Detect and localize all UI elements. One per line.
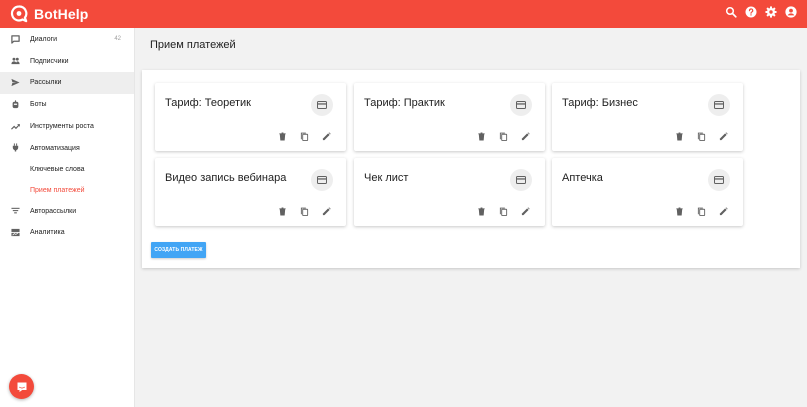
credit-card-icon [510, 169, 532, 191]
sidebar-item-automation[interactable]: Автоматизация [0, 137, 134, 159]
edit-icon[interactable] [719, 207, 728, 216]
credit-card-icon [311, 169, 333, 191]
delete-icon[interactable] [675, 132, 684, 141]
sidebar-item-label: Диалоги [30, 35, 58, 43]
payment-card-title: Тариф: Бизнес [562, 97, 638, 109]
chat-icon [11, 34, 20, 44]
credit-card-icon [510, 94, 532, 116]
bot-icon [12, 100, 19, 108]
payment-card-title: Чек лист [364, 172, 409, 184]
sidebar-item-label: Аналитика [30, 229, 65, 237]
payment-card-title: Аптечка [562, 172, 603, 184]
credit-card-icon [708, 94, 730, 116]
trending-up-icon [11, 123, 20, 130]
payment-card[interactable]: Чек лист [354, 158, 545, 226]
delete-icon[interactable] [477, 132, 486, 141]
plug-icon [12, 143, 19, 153]
sidebar-item-label: Рассылки [30, 79, 62, 87]
dialogs-count-badge: 42 [114, 36, 121, 43]
search-icon[interactable] [725, 6, 737, 18]
sidebar-item-dialogs[interactable]: Диалоги 42 [0, 29, 134, 51]
copy-icon[interactable] [499, 132, 508, 141]
copy-icon[interactable] [300, 132, 309, 141]
sidebar-item-bots[interactable]: Боты [0, 94, 134, 116]
create-payment-button[interactable]: СОЗДАТЬ ПЛАТЕЖ [151, 242, 206, 258]
people-icon [11, 58, 20, 65]
payment-card-title: Видео запись вебинара [165, 172, 287, 184]
send-icon [11, 78, 20, 87]
payment-card-title: Тариф: Теоретик [165, 97, 251, 109]
analytics-icon [11, 228, 20, 237]
payment-card-title: Тариф: Практик [364, 97, 445, 109]
copy-icon[interactable] [499, 207, 508, 216]
copy-icon[interactable] [697, 132, 706, 141]
credit-card-icon [311, 94, 333, 116]
page-title: Прием платежей [150, 39, 236, 51]
payment-card[interactable]: Тариф: Теоретик [155, 83, 346, 151]
payment-card[interactable]: Аптечка [552, 158, 743, 226]
top-bar: BotHelp [0, 0, 807, 28]
sidebar-item-label: Боты [30, 101, 47, 109]
edit-icon[interactable] [719, 132, 728, 141]
payment-card[interactable]: Тариф: Практик [354, 83, 545, 151]
payment-card[interactable]: Тариф: Бизнес [552, 83, 743, 151]
sidebar-item-analytics[interactable]: Аналитика [0, 222, 134, 244]
filter-list-icon [11, 208, 20, 214]
copy-icon[interactable] [300, 207, 309, 216]
logo-icon [10, 5, 28, 23]
payment-card[interactable]: Видео запись вебинара [155, 158, 346, 226]
sidebar-item-subscribers[interactable]: Подписчики [0, 50, 134, 72]
edit-icon[interactable] [521, 132, 530, 141]
bothelp-logo[interactable]: BotHelp [9, 4, 88, 24]
sidebar-item-autobroadcasts[interactable]: Авторассылки [0, 200, 134, 222]
sidebar-item-growth-tools[interactable]: Инструменты роста [0, 116, 134, 138]
brand-name: BotHelp [34, 6, 89, 22]
sidebar-item-label: Авторассылки [30, 207, 77, 215]
sidebar-subitem-label: Ключевые слова [30, 166, 85, 174]
account-icon[interactable] [785, 6, 797, 18]
settings-icon[interactable] [765, 6, 777, 18]
edit-icon[interactable] [521, 207, 530, 216]
delete-icon[interactable] [278, 207, 287, 216]
sidebar-item-label: Инструменты роста [30, 123, 94, 131]
copy-icon[interactable] [697, 207, 706, 216]
sidebar-subitem-keywords[interactable]: Ключевые слова [0, 159, 134, 180]
delete-icon[interactable] [278, 132, 287, 141]
sidebar-item-label: Подписчики [30, 57, 69, 65]
sidebar-item-broadcasts[interactable]: Рассылки [0, 72, 134, 94]
credit-card-icon [708, 169, 730, 191]
sidebar-subitem-label: Прием платежей [30, 186, 85, 194]
delete-icon[interactable] [477, 207, 486, 216]
support-chat-button[interactable] [9, 374, 34, 399]
delete-icon[interactable] [675, 207, 684, 216]
sidebar-item-label: Автоматизация [30, 144, 80, 152]
chat-bubble-icon [17, 382, 26, 392]
sidebar-subitem-payments[interactable]: Прием платежей [0, 180, 134, 201]
edit-icon[interactable] [322, 132, 331, 141]
edit-icon[interactable] [322, 207, 331, 216]
sidebar: Диалоги 42 Подписчики Рассылки Боты Инст… [0, 28, 135, 407]
payments-panel: Тариф: Теоретик Тариф: Практик Тариф: Би… [142, 70, 800, 268]
help-icon[interactable] [745, 6, 757, 18]
